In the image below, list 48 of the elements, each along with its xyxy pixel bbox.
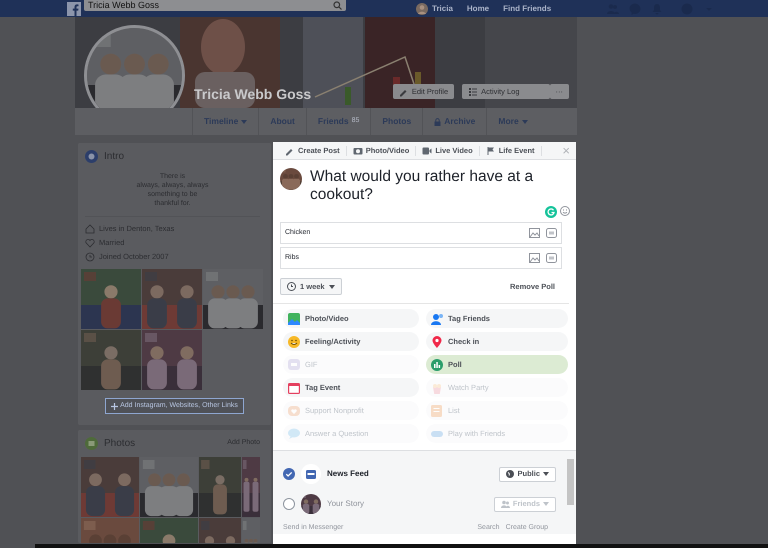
caret-icon — [328, 284, 335, 288]
nav-link[interactable]: Find Friends — [503, 2, 552, 14]
user-link[interactable]: Tricia — [432, 2, 453, 14]
photo-icon — [288, 312, 300, 324]
heart-box-icon — [288, 404, 300, 416]
feed-icon — [306, 470, 316, 478]
facebook-logo-icon[interactable] — [67, 2, 81, 16]
photos-icon — [85, 437, 98, 450]
calendar-icon — [288, 382, 300, 394]
clock-icon — [287, 282, 296, 291]
search-input[interactable]: Tricia Webb Goss — [88, 0, 288, 12]
gif-icon[interactable] — [546, 228, 557, 238]
lock-icon — [434, 118, 442, 126]
scrollbar[interactable] — [567, 459, 574, 505]
emoji-icon[interactable] — [560, 206, 570, 216]
video-camera-icon — [422, 146, 432, 156]
audience-label: News Feed — [327, 468, 370, 480]
caret-icon — [543, 502, 549, 506]
map-pin-icon — [431, 336, 443, 348]
gif-icon — [288, 358, 300, 370]
bar-chart-icon — [431, 358, 443, 370]
smiley-icon — [288, 336, 300, 348]
checkbox[interactable] — [283, 468, 295, 480]
search-field[interactable]: Tricia Webb Goss — [84, 0, 346, 11]
speech-bubble-icon — [288, 428, 300, 440]
gif-icon[interactable] — [546, 253, 557, 263]
nav-link[interactable]: Home — [466, 2, 490, 14]
caret-icon — [522, 120, 528, 124]
flag-icon — [486, 146, 496, 156]
heart-icon — [85, 238, 95, 248]
checkbox[interactable] — [283, 498, 295, 510]
avatar-icon[interactable] — [416, 2, 428, 14]
grammar-assistant-icon[interactable] — [545, 206, 557, 218]
camera-icon — [352, 146, 363, 156]
person-tag-icon — [431, 312, 443, 324]
caret-icon — [241, 120, 248, 124]
list-icon — [431, 404, 443, 416]
clock-icon — [85, 252, 95, 262]
image-icon[interactable] — [529, 228, 540, 238]
home-icon — [85, 224, 95, 234]
popcorn-icon — [431, 382, 443, 394]
caret-icon — [543, 472, 549, 476]
image-icon[interactable] — [529, 253, 540, 263]
audience-label: Your Story — [327, 498, 366, 510]
search-icon[interactable] — [333, 1, 342, 10]
people-icon — [500, 500, 510, 508]
post-text[interactable]: What would you rather have at a cookout? — [310, 168, 540, 204]
plus-icon — [111, 402, 118, 410]
